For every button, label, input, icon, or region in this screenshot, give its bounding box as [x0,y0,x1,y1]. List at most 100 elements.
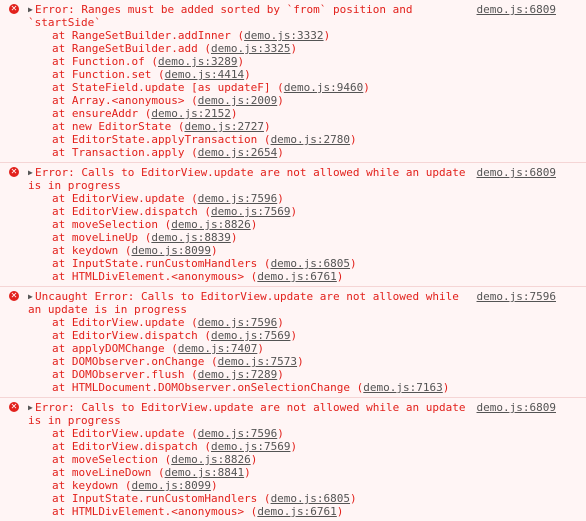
stack-frame: at new EditorState (demo.js:2727) [52,120,271,133]
error-message-text: `startSide` [28,16,101,29]
at-keyword: at [52,381,66,394]
frame-location-link[interactable]: demo.js:3289 [158,55,237,68]
at-keyword: at [52,342,66,355]
error-circle-icon: ✕ [9,4,19,14]
frame-location-link[interactable]: demo.js:2727 [184,120,263,133]
at-keyword: at [52,427,66,440]
frame-location-link[interactable]: demo.js:8839 [151,231,230,244]
frame-location-link[interactable]: demo.js:2780 [271,133,350,146]
frame-location-link[interactable]: demo.js:4414 [165,68,244,81]
frame-location-link[interactable]: demo.js:8841 [165,466,244,479]
frame-function: EditorView.update [71,316,185,329]
frame-function: moveSelection [71,218,158,231]
frame-function: EditorView.dispatch [71,440,198,453]
stack-frame: at EditorView.update (demo.js:7596) [52,427,284,440]
frame-location-link[interactable]: demo.js:3332 [244,29,323,42]
frame-function: HTMLDivElement.<anonymous> [71,505,245,518]
frame-location-link[interactable]: demo.js:6805 [271,492,350,505]
stack-frame: at DOMObserver.flush (demo.js:7289) [52,368,284,381]
error-message-text[interactable]: Error: Calls to EditorView.update are no… [35,166,465,179]
frame-location-link[interactable]: demo.js:2152 [151,107,230,120]
at-keyword: at [52,55,66,68]
error-message-text: an update is in progress [28,303,187,316]
frame-location-link[interactable]: demo.js:8099 [131,244,210,257]
at-keyword: at [52,146,66,159]
triangle-right-icon[interactable]: ▶ [28,401,35,414]
frame-location-link[interactable]: demo.js:7573 [218,355,297,368]
stack-frame: at applyDOMChange (demo.js:7407) [52,342,264,355]
frame-location-link[interactable]: demo.js:7569 [211,205,290,218]
at-keyword: at [52,244,66,257]
at-keyword: at [52,81,66,94]
error-message-text[interactable]: Uncaught Error: Calls to EditorView.upda… [35,290,459,303]
frame-location-link[interactable]: demo.js:7569 [211,329,290,342]
console-error-entry: ✕ demo.js:7596 ▶ Uncaught Error: Calls to… [0,286,586,397]
error-message-text: is in progress [28,179,121,192]
at-keyword: at [52,453,66,466]
triangle-right-icon[interactable]: ▶ [28,3,35,16]
source-link[interactable]: demo.js:6809 [477,166,556,179]
stack-frame: at EditorView.update (demo.js:7596) [52,192,284,205]
frame-location-link[interactable]: demo.js:7569 [211,440,290,453]
stack-frame: at EditorView.dispatch (demo.js:7569) [52,440,298,453]
stack-frame: at Function.set (demo.js:4414) [52,68,251,81]
stack-frame: at moveSelection (demo.js:8826) [52,218,258,231]
frame-location-link[interactable]: demo.js:8826 [171,218,250,231]
at-keyword: at [52,466,66,479]
frame-function: RangeSetBuilder.addInner [71,29,231,42]
at-keyword: at [52,257,66,270]
source-link[interactable]: demo.js:6809 [477,401,556,414]
at-keyword: at [52,133,66,146]
frame-function: EditorView.dispatch [71,205,198,218]
stack-frame: at Transaction.apply (demo.js:2654) [52,146,284,159]
frame-function: EditorState.applyTransaction [71,133,258,146]
at-keyword: at [52,107,66,120]
at-keyword: at [52,120,66,133]
at-keyword: at [52,205,66,218]
at-keyword: at [52,492,66,505]
stack-frame: at moveLineUp (demo.js:8839) [52,231,238,244]
frame-location-link[interactable]: demo.js:7407 [178,342,257,355]
frame-location-link[interactable]: demo.js:2009 [198,94,277,107]
at-keyword: at [52,355,66,368]
frame-location-link[interactable]: demo.js:6805 [271,257,350,270]
error-message-text[interactable]: Error: Ranges must be added sorted by `f… [35,3,413,16]
at-keyword: at [52,192,66,205]
at-keyword: at [52,368,66,381]
stack-frame: at InputState.runCustomHandlers (demo.js… [52,257,357,270]
error-message-text[interactable]: Error: Calls to EditorView.update are no… [35,401,465,414]
stack-frame: at moveSelection (demo.js:8826) [52,453,258,466]
frame-location-link[interactable]: demo.js:6761 [257,270,336,283]
frame-location-link[interactable]: demo.js:7596 [198,192,277,205]
frame-location-link[interactable]: demo.js:8826 [171,453,250,466]
frame-location-link[interactable]: demo.js:9460 [284,81,363,94]
stack-frame: at Array.<anonymous> (demo.js:2009) [52,94,284,107]
frame-location-link[interactable]: demo.js:7596 [198,427,277,440]
frame-function: moveLineDown [71,466,152,479]
frame-location-link[interactable]: demo.js:2654 [198,146,277,159]
frame-location-link[interactable]: demo.js:7163 [363,381,442,394]
at-keyword: at [52,94,66,107]
frame-location-link[interactable]: demo.js:7289 [198,368,277,381]
triangle-right-icon[interactable]: ▶ [28,290,35,303]
frame-function: keydown [71,244,119,257]
stack-frame: at RangeSetBuilder.addInner (demo.js:333… [52,29,331,42]
frame-function: Transaction.apply [71,146,185,159]
frame-location-link[interactable]: demo.js:7596 [198,316,277,329]
source-link[interactable]: demo.js:7596 [477,290,556,303]
source-link[interactable]: demo.js:6809 [477,3,556,16]
frame-function: Function.of [71,55,145,68]
stack-frame: at HTMLDivElement.<anonymous> (demo.js:6… [52,270,344,283]
stack-frame: at HTMLDivElement.<anonymous> (demo.js:6… [52,505,344,518]
frame-function: moveSelection [71,453,158,466]
frame-location-link[interactable]: demo.js:6761 [257,505,336,518]
triangle-right-icon[interactable]: ▶ [28,166,35,179]
frame-function: EditorView.dispatch [71,329,198,342]
stack-frame: at StateField.update [as updateF] (demo.… [52,81,370,94]
frame-function: HTMLDocument.DOMObserver.onSelectionChan… [71,381,351,394]
frame-location-link[interactable]: demo.js:3325 [211,42,290,55]
frame-location-link[interactable]: demo.js:8099 [131,479,210,492]
at-keyword: at [52,68,66,81]
stack-frame: at EditorView.dispatch (demo.js:7569) [52,329,298,342]
stack-frame: at moveLineDown (demo.js:8841) [52,466,251,479]
